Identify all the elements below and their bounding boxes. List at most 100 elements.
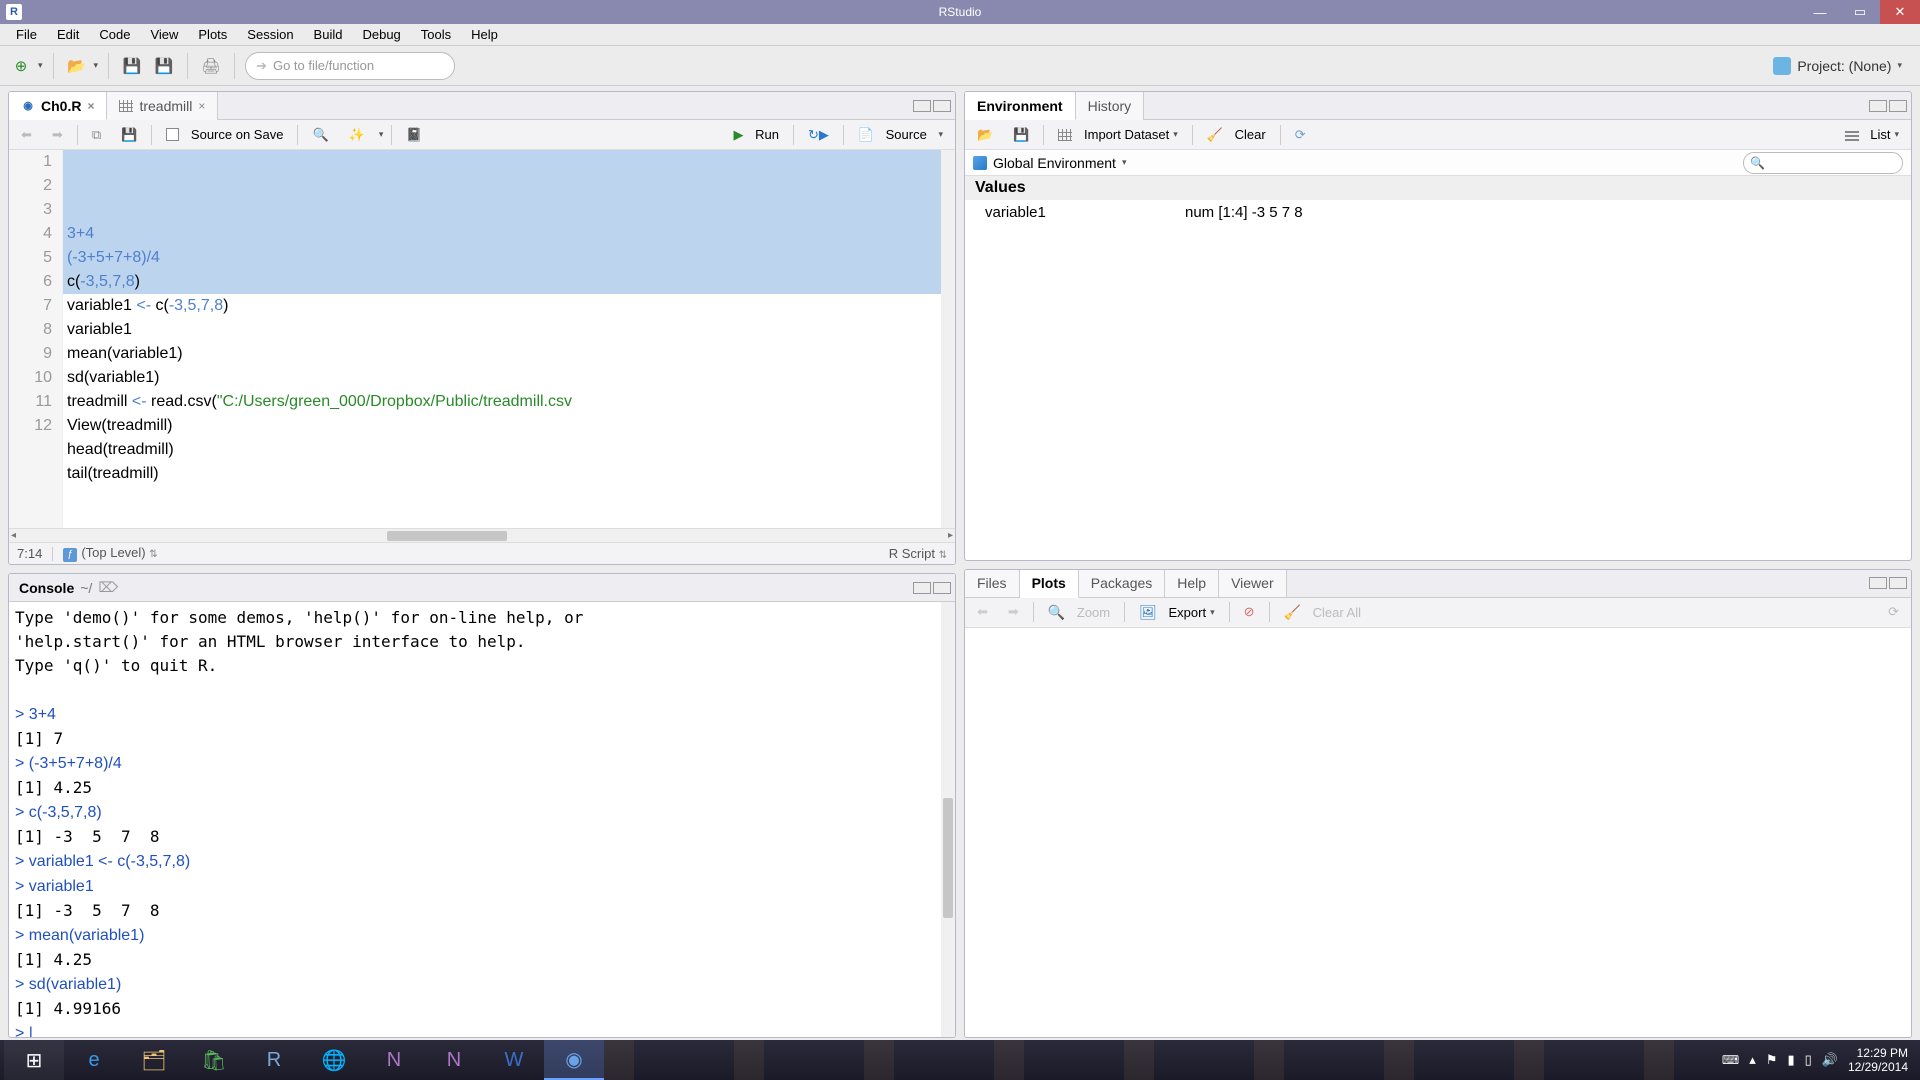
wand-icon[interactable]: ✨: [343, 125, 371, 145]
start-button[interactable]: ⊞: [4, 1040, 64, 1080]
pane-maximize-icon[interactable]: [933, 582, 951, 594]
plot-next-icon[interactable]: ➡: [1002, 602, 1025, 622]
flag-icon[interactable]: ⚑: [1766, 1052, 1778, 1068]
taskbar-word[interactable]: W: [484, 1040, 544, 1080]
popout-icon[interactable]: ⧉: [86, 125, 107, 145]
print-icon[interactable]: 🖨: [198, 53, 224, 79]
pane-maximize-icon[interactable]: [1889, 100, 1907, 112]
tab-files[interactable]: Files: [965, 569, 1020, 597]
console-vscroll[interactable]: [941, 602, 955, 1037]
source-button[interactable]: 📄 Source ▾: [852, 125, 949, 145]
remove-plot-icon[interactable]: ⊘: [1238, 602, 1261, 622]
taskbar-onenote[interactable]: N: [364, 1040, 424, 1080]
global-env-selector[interactable]: Global Environment▾ 🔍: [965, 150, 1911, 176]
filetype-selector[interactable]: R Script ⇅: [889, 546, 947, 561]
env-view-list[interactable]: List▾: [1839, 125, 1905, 144]
minimize-button[interactable]: —: [1800, 0, 1840, 24]
save-icon[interactable]: 💾: [119, 53, 145, 79]
taskbar-explorer[interactable]: 🗂: [124, 1040, 184, 1080]
pane-minimize-icon[interactable]: [1869, 577, 1887, 589]
env-row[interactable]: variable1num [1:4] -3 5 7 8: [965, 200, 1911, 225]
keyboard-icon[interactable]: ⌨: [1722, 1053, 1739, 1067]
pane-maximize-icon[interactable]: [933, 100, 951, 112]
menu-code[interactable]: Code: [89, 25, 140, 44]
pane-minimize-icon[interactable]: [1869, 100, 1887, 112]
editor-hscroll[interactable]: ◂▸: [9, 528, 955, 542]
network-icon[interactable]: ▮: [1787, 1052, 1794, 1068]
taskbar-onenote2[interactable]: N: [424, 1040, 484, 1080]
tab-history[interactable]: History: [1076, 92, 1145, 120]
menu-file[interactable]: File: [6, 25, 47, 44]
save-workspace-icon[interactable]: 💾: [1007, 125, 1035, 145]
project-selector[interactable]: Project: (None) ▾: [1773, 57, 1912, 75]
goto-file-input[interactable]: ➔ Go to file/function: [245, 52, 455, 80]
tab-plots[interactable]: Plots: [1020, 570, 1079, 598]
refresh-env-icon[interactable]: ⟳: [1289, 125, 1312, 145]
taskbar-ie[interactable]: e: [64, 1040, 124, 1080]
open-file-icon[interactable]: 📂: [64, 53, 90, 79]
refresh-plots-icon[interactable]: ⟳: [1882, 602, 1905, 622]
console-output[interactable]: Type 'demo()' for some demos, 'help()' f…: [9, 602, 955, 1037]
find-icon[interactable]: 🔍: [306, 125, 334, 145]
maximize-button[interactable]: ▭: [1840, 0, 1880, 24]
window-titlebar: R RStudio — ▭ ✕: [0, 0, 1920, 24]
source-on-save-checkbox[interactable]: Source on Save: [160, 125, 289, 144]
notebook-icon[interactable]: 📓: [400, 125, 428, 145]
tab-treadmill[interactable]: treadmill ×: [107, 92, 218, 120]
menu-view[interactable]: View: [140, 25, 188, 44]
export-icon: 🖼: [1139, 604, 1157, 621]
clear-all-plots-button[interactable]: 🧹 Clear All: [1278, 602, 1367, 623]
close-tab-icon[interactable]: ×: [198, 99, 205, 113]
nav-back-icon[interactable]: ⬅: [15, 125, 38, 145]
taskbar-rstudio[interactable]: ◉: [544, 1040, 604, 1080]
menu-session[interactable]: Session: [237, 25, 303, 44]
pane-minimize-icon[interactable]: [913, 100, 931, 112]
run-button[interactable]: ▶ Run: [727, 125, 784, 145]
plots-toolbar: ⬅ ➡ 🔍 Zoom 🖼 Export▾ ⊘ 🧹 Clear All ⟳: [965, 598, 1911, 628]
save-all-icon[interactable]: 💾: [151, 53, 177, 79]
source-toolbar: ⬅ ➡ ⧉ 💾 Source on Save 🔍 ✨▾ 📓 ▶ Run ↻▶ 📄…: [9, 120, 955, 150]
menu-debug[interactable]: Debug: [352, 25, 410, 44]
console-tab: Console: [19, 580, 74, 596]
volume-icon[interactable]: 🔊: [1822, 1052, 1838, 1068]
new-file-icon[interactable]: ⊕: [8, 53, 34, 79]
clear-env-button[interactable]: 🧹 Clear: [1201, 125, 1272, 145]
load-workspace-icon[interactable]: 📂: [971, 125, 999, 145]
menu-build[interactable]: Build: [304, 25, 353, 44]
import-dataset-button[interactable]: Import Dataset▾: [1052, 125, 1183, 144]
export-button[interactable]: 🖼 Export▾: [1133, 602, 1221, 623]
nav-fwd-icon[interactable]: ➡: [46, 125, 69, 145]
tab-packages[interactable]: Packages: [1079, 569, 1165, 597]
scope-selector[interactable]: ƒ(Top Level) ⇅: [63, 545, 157, 562]
menu-edit[interactable]: Edit: [47, 25, 89, 44]
taskbar-store[interactable]: 🛍: [184, 1040, 244, 1080]
code-editor[interactable]: 123456789101112 3+4 (-3+5+7+8)/4 c(-3,5,…: [9, 150, 955, 528]
system-tray[interactable]: ⌨ ▴ ⚑ ▮ ▯ 🔊 12:29 PM 12/29/2014: [1722, 1046, 1916, 1074]
broom-icon: 🧹: [1207, 127, 1223, 143]
menu-tools[interactable]: Tools: [411, 25, 461, 44]
close-button[interactable]: ✕: [1880, 0, 1920, 24]
broom-icon: 🧹: [1284, 604, 1301, 621]
tab-viewer[interactable]: Viewer: [1219, 569, 1287, 597]
rerun-icon[interactable]: ↻▶: [802, 125, 835, 145]
pane-minimize-icon[interactable]: [913, 582, 931, 594]
taskbar-r[interactable]: R: [244, 1040, 304, 1080]
pane-maximize-icon[interactable]: [1889, 577, 1907, 589]
battery-icon[interactable]: ▯: [1805, 1052, 1812, 1068]
close-tab-icon[interactable]: ×: [87, 99, 94, 113]
tab-environment[interactable]: Environment: [965, 92, 1076, 120]
zoom-button[interactable]: 🔍 Zoom: [1042, 602, 1116, 623]
tray-clock[interactable]: 12:29 PM 12/29/2014: [1848, 1046, 1908, 1074]
taskbar-chrome[interactable]: 🌐: [304, 1040, 364, 1080]
save-source-icon[interactable]: 💾: [115, 125, 143, 145]
menu-plots[interactable]: Plots: [188, 25, 237, 44]
tab-help[interactable]: Help: [1165, 569, 1219, 597]
plot-prev-icon[interactable]: ⬅: [971, 602, 994, 622]
env-toolbar: 📂 💾 Import Dataset▾ 🧹 Clear ⟳ List▾: [965, 120, 1911, 150]
env-search-input[interactable]: 🔍: [1743, 152, 1903, 174]
data-grid-icon: [119, 99, 133, 113]
console-interrupt-icon[interactable]: ⌦: [98, 579, 118, 596]
chevron-up-icon[interactable]: ▴: [1749, 1052, 1756, 1068]
menu-help[interactable]: Help: [461, 25, 508, 44]
tab-ch0r[interactable]: ◉ Ch0.R ×: [9, 92, 107, 120]
